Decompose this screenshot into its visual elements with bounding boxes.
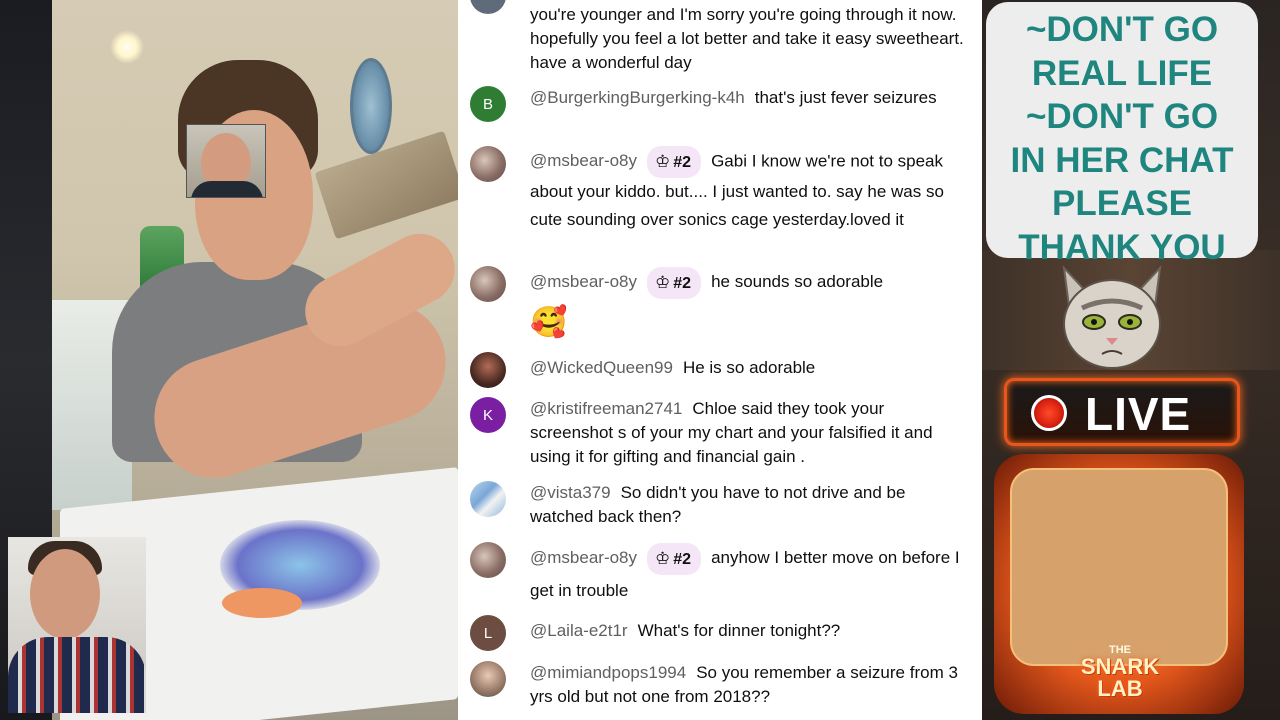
- pip-video-small: [186, 124, 266, 198]
- snark-lab-logo: THE SNARK LAB: [1080, 644, 1160, 701]
- chat-author[interactable]: @mimiandpops1994: [530, 663, 686, 682]
- member-badge: ♔ #2: [647, 266, 702, 299]
- notice-box: ~DON'T GO REAL LIFE ~DON'T GO IN HER CHA…: [986, 2, 1258, 267]
- chat-author[interactable]: @BurgerkingBurgerking-k4h: [530, 88, 745, 107]
- member-badge: ♔ #2: [647, 542, 702, 575]
- avatar[interactable]: [470, 481, 506, 517]
- live-label: LIVE: [1085, 388, 1192, 440]
- stream-overlay: ~DON'T GO REAL LIFE ~DON'T GO IN HER CHA…: [982, 0, 1280, 720]
- avatar: [470, 0, 506, 14]
- chat-author[interactable]: @WickedQueen99: [530, 358, 673, 377]
- chat-author[interactable]: @kristifreeman2741: [530, 399, 682, 418]
- live-chat-panel: you're younger and I'm sorry you're goin…: [458, 0, 982, 720]
- chat-message-text: that's just fever seizures: [754, 88, 937, 107]
- chat-author[interactable]: @vista379: [530, 483, 611, 502]
- beach-sign: [314, 130, 458, 240]
- coloring-artwork-flower: [222, 588, 302, 618]
- live-dot-icon: [1031, 395, 1067, 431]
- crown-icon: ♔: [655, 548, 671, 568]
- notice-line: IN HER CHAT: [1010, 140, 1234, 180]
- crown-icon: ♔: [655, 272, 671, 292]
- notice-line: ~DON'T GO: [1025, 97, 1219, 136]
- avatar[interactable]: [470, 661, 506, 697]
- avatar[interactable]: B: [470, 86, 506, 122]
- chat-author[interactable]: @msbear-o8y: [530, 151, 637, 170]
- crown-icon: ♔: [655, 152, 671, 171]
- chat-message-text: What's for dinner tonight??: [637, 621, 841, 640]
- wall-decor: [350, 58, 392, 154]
- chat-author[interactable]: @Laila-e2t1r: [530, 621, 628, 640]
- avatar[interactable]: K: [470, 397, 506, 433]
- chat-author[interactable]: @msbear-o8y: [530, 272, 637, 291]
- chat-author[interactable]: @msbear-o8y: [530, 548, 637, 567]
- avatar[interactable]: [470, 352, 506, 388]
- avatar[interactable]: [470, 146, 506, 182]
- chat-message-text: he sounds so adorable: [711, 272, 884, 291]
- avatar[interactable]: [470, 542, 506, 578]
- notice-line: REAL LIFE: [1031, 53, 1213, 93]
- notice-line: PLEASE: [1051, 184, 1193, 223]
- notice-line: ~DON'T GO: [1025, 10, 1219, 49]
- live-badge: LIVE: [1004, 378, 1240, 446]
- chat-message-text: you're younger and I'm sorry you're goin…: [530, 5, 964, 72]
- smiling-hearts-emoji: 🥰: [530, 305, 568, 339]
- chat-message-partial: you're younger and I'm sorry you're goin…: [458, 0, 982, 76]
- ceiling-light: [110, 30, 144, 64]
- grumpy-cat-icon: [1062, 265, 1162, 369]
- member-badge: ♔ #2: [647, 146, 702, 178]
- avatar[interactable]: [470, 266, 506, 302]
- chat-message-text: He is so adorable: [682, 358, 816, 377]
- avatar[interactable]: L: [470, 615, 506, 651]
- frame-inner: [1010, 468, 1228, 666]
- pip-video-host: [8, 537, 146, 713]
